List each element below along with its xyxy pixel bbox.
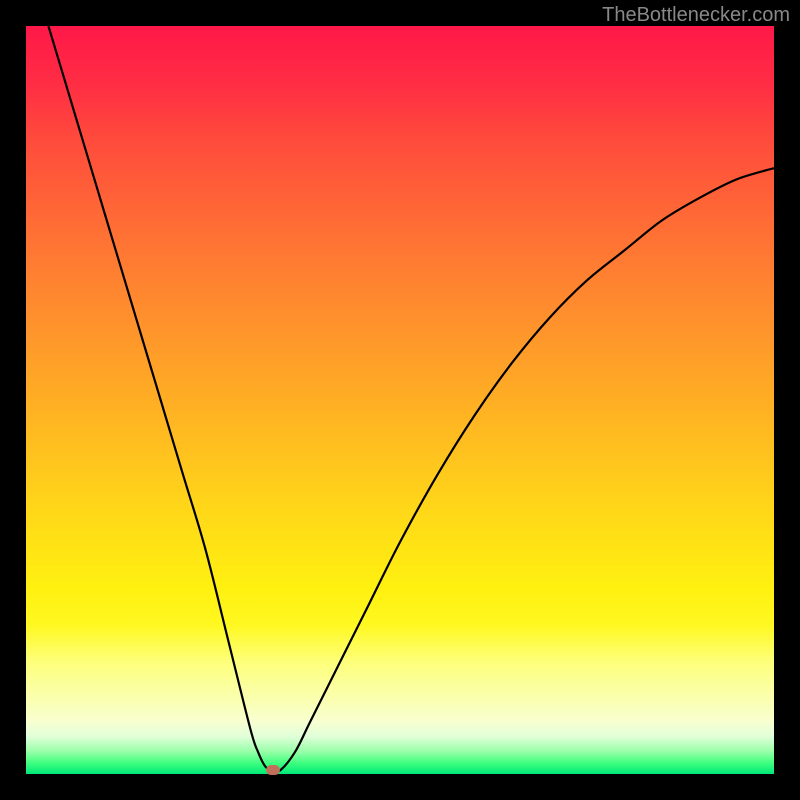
optimal-point-marker (266, 765, 280, 775)
bottleneck-curve-svg (26, 26, 774, 774)
watermark-text: TheBottlenecker.com (602, 4, 790, 27)
bottleneck-curve-path (48, 26, 774, 772)
